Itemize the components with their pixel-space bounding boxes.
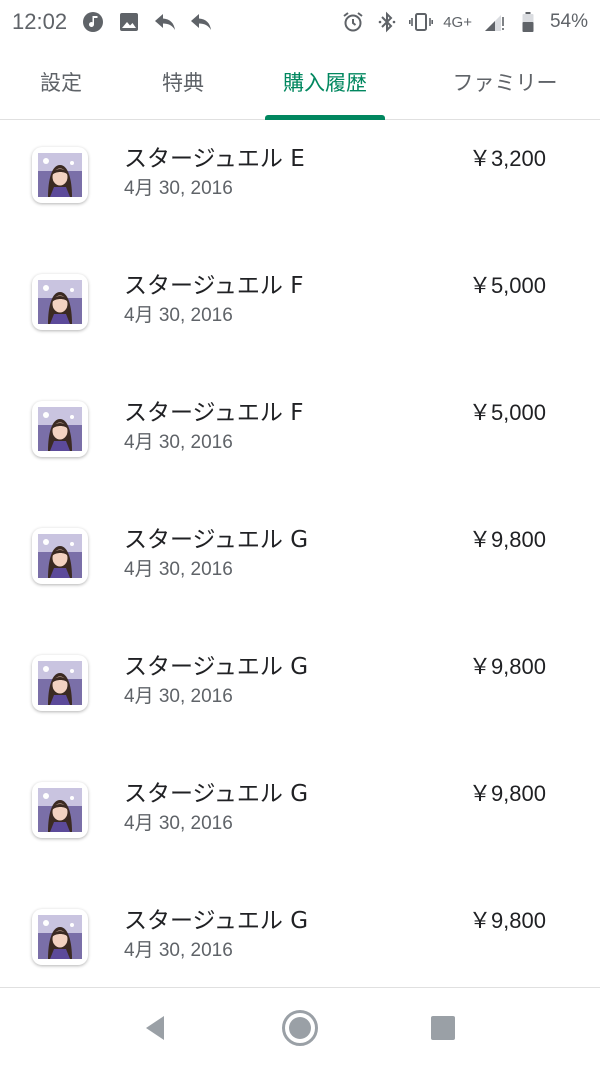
purchase-list: スタージュエル E 4月 30, 2016 ￥3,200 スタージュエル F 4…: [0, 121, 600, 1010]
alarm-icon: [341, 10, 365, 34]
purchase-title: スタージュエル G: [124, 654, 309, 680]
recents-icon[interactable]: [423, 1008, 463, 1048]
tab-rewards[interactable]: 特典: [138, 44, 228, 120]
purchase-title: スタージュエル E: [124, 146, 305, 172]
purchase-price: ￥5,000: [468, 400, 546, 425]
app-icon: [32, 528, 88, 584]
bluetooth-icon: [375, 10, 399, 34]
purchase-title: スタージュエル G: [124, 781, 309, 807]
purchase-title: スタージュエル G: [124, 908, 309, 934]
app-icon: [32, 274, 88, 330]
reply-icon: [189, 10, 213, 34]
battery-percent: 54%: [549, 11, 588, 32]
signal-icon: [482, 10, 506, 34]
app-icon: [32, 909, 88, 965]
purchase-date: 4月 30, 2016: [124, 940, 233, 961]
purchase-date: 4月 30, 2016: [124, 559, 233, 580]
purchase-row[interactable]: スタージュエル G 4月 30, 2016 ￥9,800: [0, 756, 600, 883]
purchase-title: スタージュエル G: [124, 527, 309, 553]
purchase-title: スタージュエル F: [124, 400, 304, 426]
tab-purchase-history[interactable]: 購入履歴: [265, 44, 385, 120]
purchase-price: ￥3,200: [468, 146, 546, 171]
music-note-icon: [81, 10, 105, 34]
status-bar: 12:02 4G+ 54%: [0, 0, 600, 44]
tab-family[interactable]: ファミリー: [430, 44, 580, 120]
system-icons: 4G+ 54%: [341, 10, 588, 34]
app-icon: [32, 655, 88, 711]
system-nav-bar: [0, 987, 600, 1067]
purchase-date: 4月 30, 2016: [124, 686, 233, 707]
purchase-row[interactable]: スタージュエル E 4月 30, 2016 ￥3,200: [0, 121, 600, 248]
purchase-row[interactable]: スタージュエル F 4月 30, 2016 ￥5,000: [0, 375, 600, 502]
purchase-price: ￥9,800: [468, 781, 546, 806]
purchase-price: ￥9,800: [468, 908, 546, 933]
battery-icon: [516, 10, 540, 34]
purchase-date: 4月 30, 2016: [124, 432, 233, 453]
purchase-price: ￥5,000: [468, 273, 546, 298]
home-icon[interactable]: [280, 1008, 320, 1048]
app-icon: [32, 401, 88, 457]
network-label: 4G+: [443, 13, 472, 31]
status-time: 12:02: [12, 9, 68, 34]
purchase-price: ￥9,800: [468, 654, 546, 679]
vibrate-icon: [409, 10, 434, 34]
notification-icons: [81, 10, 213, 34]
purchase-row[interactable]: スタージュエル F 4月 30, 2016 ￥5,000: [0, 248, 600, 375]
tab-settings[interactable]: 設定: [16, 44, 106, 120]
purchase-row[interactable]: スタージュエル G 4月 30, 2016 ￥9,800: [0, 629, 600, 756]
back-icon[interactable]: [135, 1008, 175, 1048]
purchase-price: ￥9,800: [468, 527, 546, 552]
purchase-date: 4月 30, 2016: [124, 178, 233, 199]
reply-icon: [153, 10, 177, 34]
purchase-title: スタージュエル F: [124, 273, 304, 299]
purchase-date: 4月 30, 2016: [124, 305, 233, 326]
purchase-date: 4月 30, 2016: [124, 813, 233, 834]
app-icon: [32, 782, 88, 838]
image-icon: [117, 10, 141, 34]
tab-bar: 設定 特典 購入履歴 ファミリー: [0, 44, 600, 120]
active-tab-indicator: [265, 115, 385, 120]
purchase-row[interactable]: スタージュエル G 4月 30, 2016 ￥9,800: [0, 502, 600, 629]
app-icon: [32, 147, 88, 203]
